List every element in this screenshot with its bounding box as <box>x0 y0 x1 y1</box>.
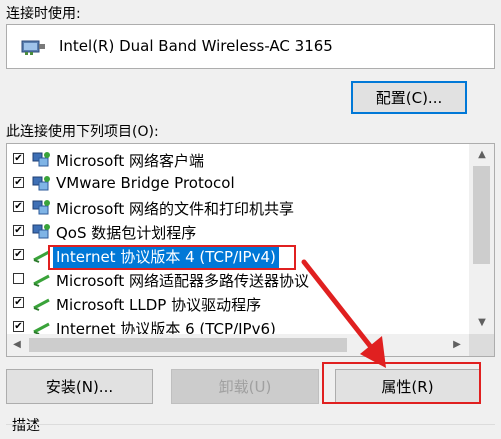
vertical-scrollbar[interactable]: ▲ ▼ <box>469 144 494 356</box>
list-item-label: Microsoft 网络的文件和打印机共享 <box>56 200 295 218</box>
list-item-label: Microsoft 网络适配器多路传送器协议 <box>56 272 310 290</box>
checkbox-checked[interactable]: ✔ <box>13 201 24 212</box>
network-adapter-icon <box>21 40 45 55</box>
list-item-label: Microsoft LLDP 协议驱动程序 <box>56 296 262 314</box>
list-item[interactable]: ✔ QoS 数据包计划程序 <box>7 220 467 242</box>
scroll-right-icon[interactable]: ▶ <box>447 334 467 356</box>
checkbox-checked[interactable]: ✔ <box>13 177 24 188</box>
protocol-icon <box>33 274 50 287</box>
list-item[interactable]: ✔ Microsoft 网络客户端 <box>7 148 467 170</box>
list-item[interactable]: ✔ VMware Bridge Protocol <box>7 172 467 194</box>
checkbox-checked[interactable]: ✔ <box>13 153 24 164</box>
network-service-icon <box>32 200 50 215</box>
install-button[interactable]: 安装(N)... <box>6 369 153 404</box>
checkbox-checked[interactable]: ✔ <box>13 297 24 308</box>
checkbox-checked[interactable]: ✔ <box>13 249 24 260</box>
network-service-icon <box>32 176 50 191</box>
adapter-box: Intel(R) Dual Band Wireless-AC 3165 <box>6 24 495 69</box>
list-item-label: Microsoft 网络客户端 <box>56 152 205 170</box>
checkbox-checked[interactable]: ✔ <box>13 225 24 236</box>
highlight-ipv4-box <box>48 245 296 270</box>
list-item-label: VMware Bridge Protocol <box>56 174 235 192</box>
connect-using-label: 连接时使用: <box>6 6 81 22</box>
network-service-icon <box>32 224 50 239</box>
checkbox-unchecked[interactable] <box>13 273 24 284</box>
checkbox-checked[interactable]: ✔ <box>13 321 24 332</box>
adapter-name: Intel(R) Dual Band Wireless-AC 3165 <box>59 37 333 55</box>
configure-button[interactable]: 配置(C)... <box>351 81 467 114</box>
protocol-icon <box>33 298 50 311</box>
scroll-down-icon[interactable]: ▼ <box>469 312 494 334</box>
scroll-up-icon[interactable]: ▲ <box>469 144 494 166</box>
scrollbar-corner <box>469 334 494 356</box>
scroll-left-icon[interactable]: ◀ <box>7 334 27 356</box>
vertical-scroll-thumb[interactable] <box>473 166 490 264</box>
network-client-icon <box>32 152 50 167</box>
list-item[interactable]: ✔ Microsoft 网络的文件和打印机共享 <box>7 196 467 218</box>
annotation-arrow-icon <box>301 259 386 368</box>
list-item-label: QoS 数据包计划程序 <box>56 224 197 242</box>
items-label: 此连接使用下列项目(O): <box>6 124 159 140</box>
